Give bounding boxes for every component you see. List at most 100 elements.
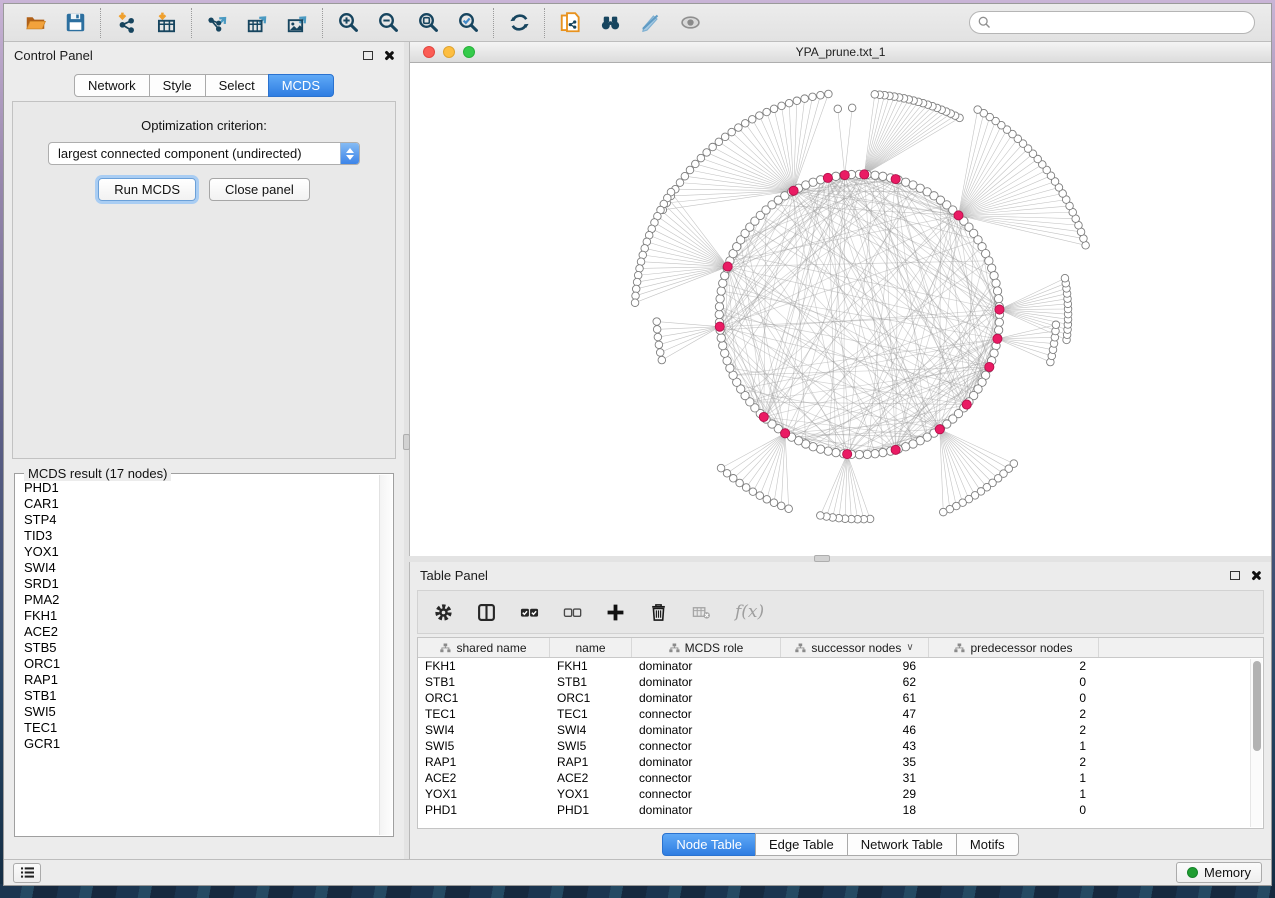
cell-mcds_role[interactable]: connector	[632, 787, 781, 801]
function-builder-button[interactable]: f(x)	[735, 599, 764, 625]
cell-name[interactable]: TEC1	[550, 707, 632, 721]
cell-successor_nodes[interactable]: 35	[781, 755, 929, 769]
mcds-result-item[interactable]: ORC1	[24, 656, 378, 672]
cell-predecessor_nodes[interactable]: 0	[929, 691, 1099, 705]
tab-edge-table[interactable]: Edge Table	[755, 833, 848, 856]
run-mcds-button[interactable]: Run MCDS	[98, 178, 196, 201]
cell-successor_nodes[interactable]: 29	[781, 787, 929, 801]
mcds-result-item[interactable]: ACE2	[24, 624, 378, 640]
cell-mcds_role[interactable]: dominator	[632, 659, 781, 673]
tab-style[interactable]: Style	[149, 74, 206, 97]
table-row[interactable]: TEC1TEC1connector472	[418, 706, 1263, 722]
cell-name[interactable]: RAP1	[550, 755, 632, 769]
cell-predecessor_nodes[interactable]: 0	[929, 803, 1099, 817]
table-row[interactable]: ORC1ORC1dominator610	[418, 690, 1263, 706]
table-row[interactable]: RAP1RAP1dominator352	[418, 754, 1263, 770]
cell-predecessor_nodes[interactable]: 1	[929, 739, 1099, 753]
cell-shared_name[interactable]: STB1	[418, 675, 550, 689]
mcds-result-item[interactable]: FKH1	[24, 608, 378, 624]
table-row[interactable]: ACE2ACE2connector311	[418, 770, 1263, 786]
export-image-button[interactable]	[285, 11, 309, 35]
cell-mcds_role[interactable]: connector	[632, 707, 781, 721]
table-row[interactable]: SWI4SWI4dominator462	[418, 722, 1263, 738]
mcds-result-item[interactable]: PHD1	[24, 480, 378, 496]
mcds-result-item[interactable]: GCR1	[24, 736, 378, 752]
delete-column-button[interactable]	[649, 599, 668, 625]
import-table-button[interactable]	[154, 11, 178, 35]
cell-name[interactable]: STB1	[550, 675, 632, 689]
cell-successor_nodes[interactable]: 61	[781, 691, 929, 705]
cell-successor_nodes[interactable]: 96	[781, 659, 929, 673]
splitter-grip[interactable]	[403, 434, 410, 450]
column-header-mcds_role[interactable]: MCDS role	[632, 638, 781, 657]
table-row[interactable]: FKH1FKH1dominator962	[418, 658, 1263, 674]
cell-name[interactable]: SWI4	[550, 723, 632, 737]
cell-mcds_role[interactable]: dominator	[632, 691, 781, 705]
cell-shared_name[interactable]: SWI5	[418, 739, 550, 753]
tab-mcds[interactable]: MCDS	[268, 74, 334, 97]
tab-network-table[interactable]: Network Table	[847, 833, 957, 856]
cell-predecessor_nodes[interactable]: 1	[929, 787, 1099, 801]
mcds-result-list[interactable]: PHD1CAR1STP4TID3YOX1SWI4SRD1PMA2FKH1ACE2…	[24, 480, 378, 832]
table-settings-button[interactable]	[434, 599, 453, 625]
memory-button[interactable]: Memory	[1176, 862, 1262, 883]
find-button[interactable]	[598, 11, 622, 35]
horizontal-splitter[interactable]	[409, 556, 1271, 562]
cell-predecessor_nodes[interactable]: 2	[929, 755, 1099, 769]
cell-mcds_role[interactable]: dominator	[632, 755, 781, 769]
cell-predecessor_nodes[interactable]: 2	[929, 707, 1099, 721]
float-panel-icon[interactable]	[363, 51, 373, 60]
network-titlebar[interactable]: YPA_prune.txt_1	[410, 42, 1271, 63]
table-scrollbar-thumb[interactable]	[1253, 661, 1261, 751]
mcds-result-item[interactable]: STB5	[24, 640, 378, 656]
select-all-button[interactable]	[520, 599, 539, 625]
show-all-button[interactable]	[678, 11, 702, 35]
cell-predecessor_nodes[interactable]: 1	[929, 771, 1099, 785]
cell-successor_nodes[interactable]: 62	[781, 675, 929, 689]
cell-successor_nodes[interactable]: 31	[781, 771, 929, 785]
mcds-result-item[interactable]: STP4	[24, 512, 378, 528]
zoom-fit-button[interactable]	[416, 11, 440, 35]
table-row[interactable]: PHD1PHD1dominator180	[418, 802, 1263, 818]
clone-network-button[interactable]	[558, 11, 582, 35]
cell-name[interactable]: PHD1	[550, 803, 632, 817]
optimization-select[interactable]: largest connected component (undirected)	[48, 142, 360, 165]
search-input[interactable]	[996, 16, 1246, 30]
add-column-button[interactable]	[606, 599, 625, 625]
tab-node-table[interactable]: Node Table	[662, 833, 756, 856]
cell-shared_name[interactable]: RAP1	[418, 755, 550, 769]
mcds-result-item[interactable]: TID3	[24, 528, 378, 544]
cell-shared_name[interactable]: SWI4	[418, 723, 550, 737]
mcds-result-item[interactable]: SRD1	[24, 576, 378, 592]
hide-selected-button[interactable]	[638, 11, 662, 35]
cell-mcds_role[interactable]: dominator	[632, 723, 781, 737]
cell-name[interactable]: SWI5	[550, 739, 632, 753]
mcds-result-item[interactable]: PMA2	[24, 592, 378, 608]
close-panel-icon[interactable]	[383, 50, 394, 61]
cell-successor_nodes[interactable]: 18	[781, 803, 929, 817]
close-panel-button[interactable]: Close panel	[209, 178, 310, 201]
column-header-name[interactable]: name	[550, 638, 632, 657]
mcds-result-item[interactable]: SWI5	[24, 704, 378, 720]
network-canvas[interactable]	[410, 63, 1271, 556]
cell-successor_nodes[interactable]: 46	[781, 723, 929, 737]
select-stepper[interactable]	[340, 143, 359, 164]
mcds-result-item[interactable]: YOX1	[24, 544, 378, 560]
mcds-result-item[interactable]: STB1	[24, 688, 378, 704]
cell-shared_name[interactable]: ORC1	[418, 691, 550, 705]
export-network-button[interactable]	[205, 11, 229, 35]
mcds-result-item[interactable]: TEC1	[24, 720, 378, 736]
table-row[interactable]: YOX1YOX1connector291	[418, 786, 1263, 802]
cell-name[interactable]: ACE2	[550, 771, 632, 785]
cell-successor_nodes[interactable]: 43	[781, 739, 929, 753]
cell-predecessor_nodes[interactable]: 0	[929, 675, 1099, 689]
cell-shared_name[interactable]: PHD1	[418, 803, 550, 817]
cell-shared_name[interactable]: TEC1	[418, 707, 550, 721]
tab-select[interactable]: Select	[205, 74, 269, 97]
zoom-selected-button[interactable]	[456, 11, 480, 35]
save-session-button[interactable]	[63, 11, 87, 35]
splitter-grip[interactable]	[814, 555, 830, 562]
zoom-in-button[interactable]	[336, 11, 360, 35]
table-row[interactable]: STB1STB1dominator620	[418, 674, 1263, 690]
float-panel-icon[interactable]	[1230, 571, 1240, 580]
